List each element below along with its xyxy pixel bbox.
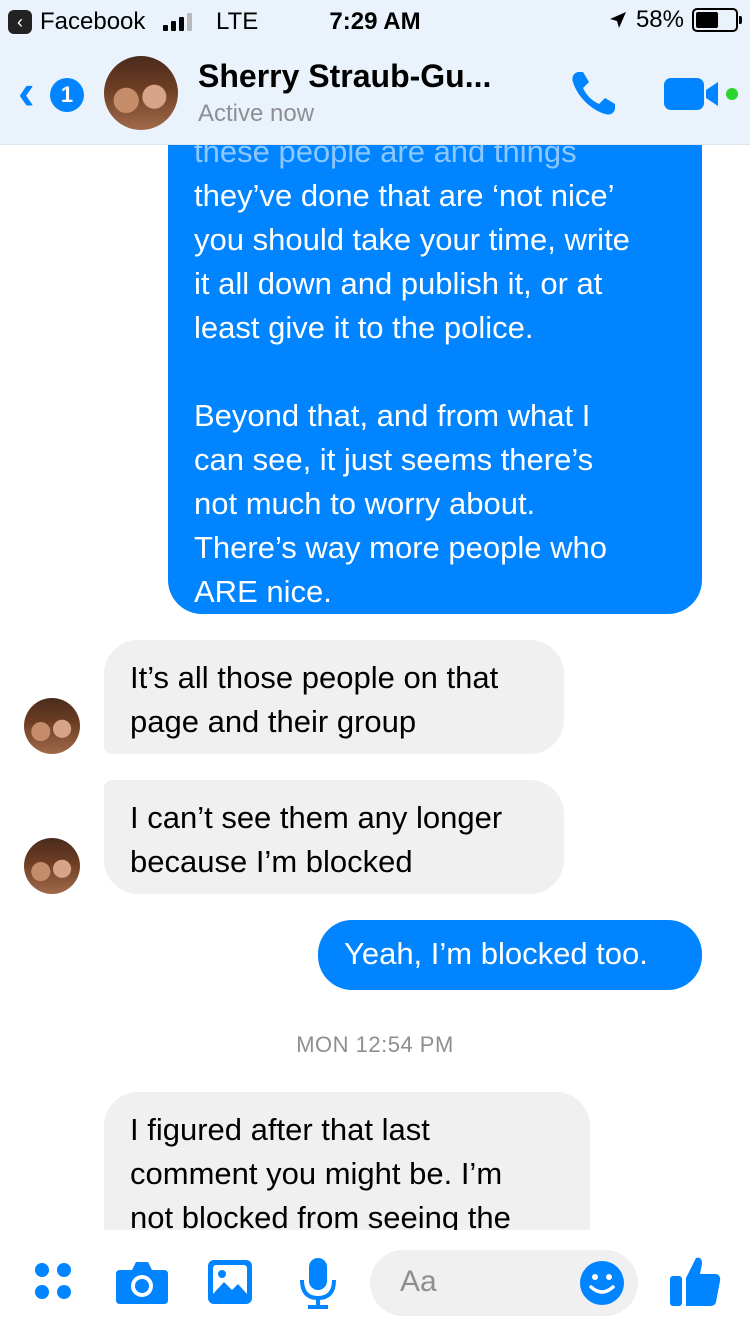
message-line: can see, it just seems there’s — [194, 442, 594, 477]
message-line: not blocked from seeing the — [130, 1200, 511, 1230]
message-line: I can’t see them any longer — [130, 800, 503, 835]
message-line: these people are and things — [194, 144, 577, 169]
thumbs-up-icon[interactable] — [668, 1252, 722, 1308]
message-line: There’s way more people who — [194, 530, 607, 565]
message-line: comment you might be. I’m — [130, 1156, 503, 1191]
message-line: It’s all those people on that — [130, 660, 499, 695]
camera-icon[interactable] — [114, 1258, 170, 1306]
back-chevron-icon[interactable]: ‹ — [18, 67, 35, 117]
message-line: ARE nice. — [194, 574, 332, 609]
status-bar: ‹ Facebook LTE 7:29 AM 58% — [0, 0, 750, 44]
sender-avatar[interactable] — [24, 698, 80, 754]
message-line: not much to worry about. — [194, 486, 536, 521]
message-bubble-incoming[interactable]: I can’t see them any longer because I’m … — [104, 780, 564, 894]
battery-percent: 58% — [635, 6, 684, 33]
message-composer: Aa — [0, 1230, 750, 1334]
video-call-icon[interactable] — [660, 72, 740, 116]
message-timestamp: MON 12:54 PM — [296, 1032, 454, 1057]
conversation-header: ‹ 1 Sherry Straub-Gu... Active now — [0, 44, 750, 145]
message-line: Beyond that, and from what I — [194, 398, 591, 433]
message-line: page and their group — [130, 704, 417, 739]
message-line: least give it to the police. — [194, 310, 534, 345]
emoji-icon[interactable] — [578, 1259, 626, 1307]
unread-badge[interactable]: 1 — [50, 78, 84, 112]
location-arrow-icon — [609, 12, 626, 28]
message-line: I figured after that last — [130, 1112, 430, 1147]
message-bubble-outgoing[interactable]: Yeah, I’m blocked too. — [318, 920, 702, 990]
right-status: 58% — [608, 6, 742, 34]
message-line: Yeah, I’m blocked too. — [344, 936, 648, 971]
active-status: Active now — [198, 100, 315, 127]
microphone-icon[interactable] — [298, 1256, 338, 1310]
message-line: they’ve done that are ‘not nice’ — [194, 178, 615, 213]
contact-name[interactable]: Sherry Straub-Gu... — [198, 58, 491, 95]
message-line: you should take your time, write — [194, 222, 630, 257]
message-line: because I’m blocked — [130, 844, 413, 879]
message-input-placeholder: Aa — [400, 1265, 437, 1298]
message-line: it all down and publish it, or at — [194, 266, 603, 301]
message-input[interactable]: Aa — [370, 1250, 638, 1316]
photo-icon[interactable] — [206, 1258, 254, 1306]
sender-avatar[interactable] — [24, 838, 80, 894]
message-bubble-incoming[interactable]: I figured after that last comment you mi… — [104, 1092, 590, 1230]
contact-avatar[interactable] — [104, 56, 178, 130]
message-bubble-incoming[interactable]: It’s all those people on that page and t… — [104, 640, 564, 754]
phone-call-icon[interactable] — [565, 66, 625, 122]
message-bubble-outgoing[interactable]: these people are and things they’ve done… — [168, 144, 702, 614]
battery-icon — [692, 8, 742, 32]
more-icon[interactable] — [32, 1260, 76, 1304]
message-list[interactable]: these people are and things they’ve done… — [0, 144, 750, 1230]
message-line — [194, 350, 676, 394]
